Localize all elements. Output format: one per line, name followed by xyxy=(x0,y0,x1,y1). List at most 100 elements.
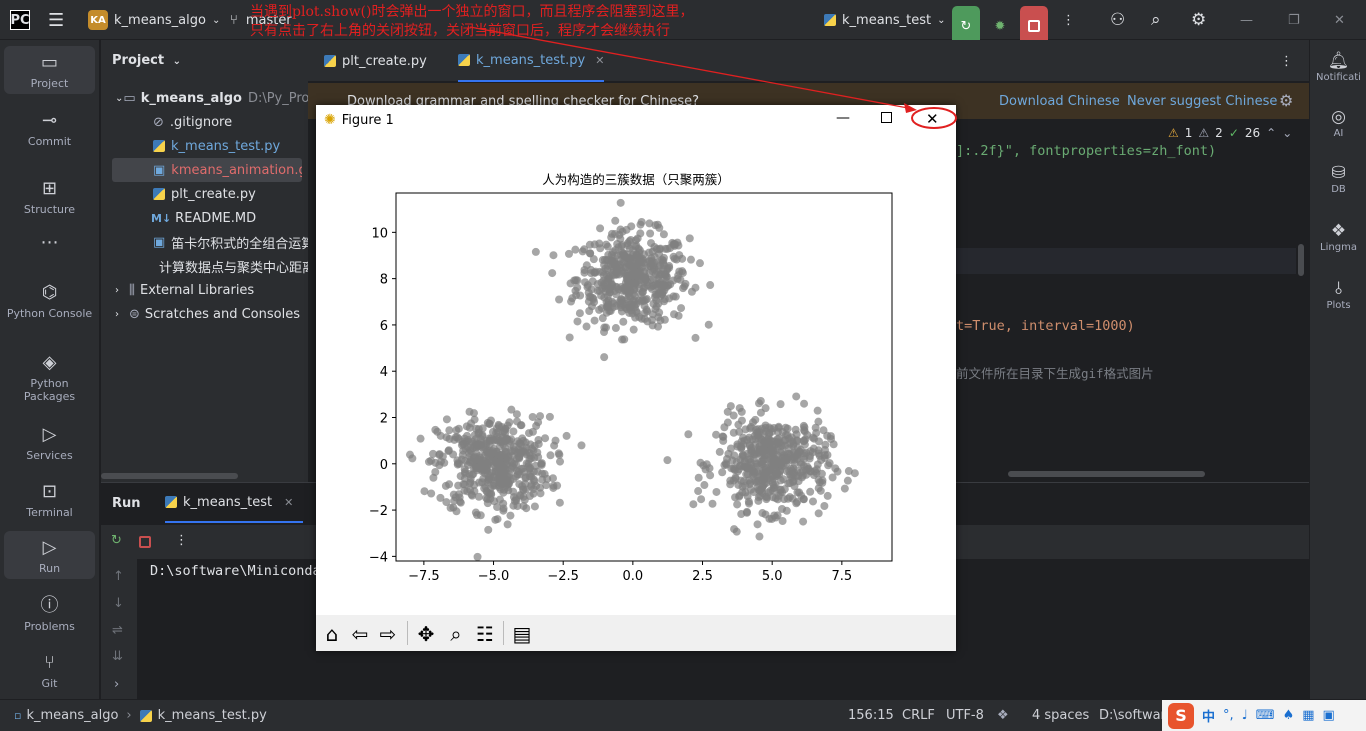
inspection-widget[interactable]: ⚠ 1 ⚠ 2 ✓ 26 ⌃ ⌄ xyxy=(1168,126,1292,140)
zoom-icon[interactable]: ⌕ xyxy=(443,621,469,647)
scatter-point-cluster-1 xyxy=(515,480,524,489)
tool-notifications[interactable]: 🔔︎ Notificati xyxy=(1310,50,1366,83)
scatter-point-cluster-2 xyxy=(814,484,823,493)
horizontal-scrollbar[interactable] xyxy=(1008,471,1205,477)
caret-position[interactable]: 156:15 xyxy=(848,700,894,731)
ai-icon: ◎ xyxy=(1331,107,1346,127)
tool-structure[interactable]: ⊞ Structure xyxy=(4,178,95,216)
soft-wrap-icon[interactable]: ⇌ xyxy=(112,623,123,638)
scatter-point-cluster-2 xyxy=(684,430,693,439)
never-suggest-link[interactable]: Never suggest Chinese xyxy=(1127,94,1277,109)
forward-arrow-icon[interactable]: ⇨ xyxy=(375,621,401,647)
tool-terminal[interactable]: ⊡ Terminal xyxy=(4,481,95,519)
tool-ai[interactable]: ◎ AI xyxy=(1310,106,1366,139)
tab-k-means-test[interactable]: k_means_test.py ✕ xyxy=(458,40,605,82)
search-icon[interactable]: ⌕ xyxy=(1151,0,1161,40)
tab-plt-create[interactable]: plt_create.py xyxy=(324,40,427,82)
indent-setting[interactable]: 4 spaces xyxy=(1032,700,1089,731)
run-config-name: k_means_test xyxy=(842,12,932,28)
python-file-icon xyxy=(153,188,165,200)
main-menu-icon[interactable]: ☰ xyxy=(48,0,64,40)
add-user-icon[interactable]: ⚇ xyxy=(1110,0,1125,40)
scatter-point-cluster-1 xyxy=(426,456,435,465)
tree-file-gitignore[interactable]: ⊘ .gitignore xyxy=(101,110,308,134)
tool-run[interactable]: ▷ Run xyxy=(4,531,95,579)
close-window-button[interactable]: ✕ xyxy=(1334,0,1345,40)
figure-window: ✺ Figure 1 — ✕ 人为构造的三簇数据（只聚两簇） −7.5 −5.0−… xyxy=(316,105,956,651)
figure-minimize-button[interactable]: — xyxy=(836,110,850,126)
tool-plots[interactable]: ⫰ Plots xyxy=(1310,278,1366,311)
more-icon[interactable]: ⋮ xyxy=(1280,40,1293,82)
more-icon[interactable]: ⋮ xyxy=(175,533,188,548)
tree-external-libraries[interactable]: › ⫼ External Libraries xyxy=(101,278,308,302)
figure-close-button[interactable]: ✕ xyxy=(926,110,939,128)
breadcrumb[interactable]: ▫ k_means_algo › k_means_test.py xyxy=(14,700,267,731)
tab-run-k-means-test[interactable]: k_means_test ✕ xyxy=(165,483,304,523)
rerun-icon[interactable]: ↻ xyxy=(111,533,122,548)
stop-icon[interactable] xyxy=(139,536,151,548)
tool-more[interactable]: ⋯ xyxy=(4,232,95,257)
project-selector[interactable]: KA k_means_algo ⌄ xyxy=(88,0,220,40)
restore-button[interactable]: ❐ xyxy=(1288,0,1300,40)
scroll-up-icon[interactable]: ↑ xyxy=(113,569,124,584)
skin-icon: ♠ xyxy=(1282,708,1295,723)
scroll-to-end-icon[interactable]: ⇊ xyxy=(112,649,123,664)
tree-file-cartesian[interactable]: ▣ 笛卡尔积式的全组合运算.p xyxy=(101,230,308,254)
project-panel-title[interactable]: Project ⌄ xyxy=(112,53,181,68)
tool-database[interactable]: ⛁ DB xyxy=(1310,162,1366,195)
scatter-point-cluster-1 xyxy=(478,456,487,465)
horizontal-scrollbar[interactable] xyxy=(101,473,238,479)
y-tick-label: 8 xyxy=(380,273,388,288)
tool-lingma[interactable]: ❖ Lingma xyxy=(1310,220,1366,253)
close-tab-icon[interactable]: ✕ xyxy=(284,496,293,509)
scatter-point-cluster-2 xyxy=(796,468,805,477)
tool-problems[interactable]: ⓘ Problems xyxy=(4,595,95,633)
ime-toolbar[interactable]: S 中 °, ♩ ⌨ ♠ ▦ ▣ xyxy=(1162,700,1366,731)
minimize-button[interactable]: — xyxy=(1240,0,1253,40)
vertical-scrollbar[interactable] xyxy=(1298,244,1304,276)
chevron-right-icon[interactable]: › xyxy=(114,677,119,692)
tree-scratches[interactable]: › ⊜ Scratches and Consoles xyxy=(101,302,308,326)
settings-gear-icon[interactable]: ⚙ xyxy=(1279,91,1293,110)
scatter-point-cluster-1 xyxy=(555,498,564,507)
scatter-point-cluster-0 xyxy=(649,275,658,284)
scatter-point-cluster-2 xyxy=(702,460,711,469)
scatter-point-cluster-1 xyxy=(545,412,554,421)
scatter-point-cluster-1 xyxy=(509,427,518,436)
file-encoding[interactable]: UTF-8 xyxy=(946,700,984,731)
home-icon[interactable]: ⌂ xyxy=(319,621,345,647)
scatter-point-cluster-1 xyxy=(536,489,545,498)
tool-git[interactable]: ⑂ Git xyxy=(4,652,95,690)
tree-root[interactable]: ⌄ ▭ k_means_algo D:\Py_Projec xyxy=(101,86,308,110)
tool-commit[interactable]: ⊸ Commit xyxy=(4,110,95,148)
run-config-selector[interactable]: k_means_test ⌄ xyxy=(824,0,946,40)
line-separator[interactable]: CRLF xyxy=(902,700,935,731)
figure-maximize-button[interactable] xyxy=(881,112,892,123)
tool-project[interactable]: ▭ Project xyxy=(4,46,95,94)
lingma-status-icon[interactable]: ❖ xyxy=(997,700,1009,731)
scatter-point-cluster-0 xyxy=(632,241,641,250)
scatter-point-cluster-1 xyxy=(530,502,539,511)
tree-file-readme[interactable]: M↓ README.MD xyxy=(101,206,308,230)
scroll-down-icon[interactable]: ↓ xyxy=(113,596,124,611)
download-chinese-link[interactable]: Download Chinese xyxy=(999,94,1120,109)
tool-services[interactable]: ▷ Services xyxy=(4,424,95,462)
tree-file-k-means-test[interactable]: k_means_test.py xyxy=(101,134,308,158)
more-icon[interactable]: ⋮ xyxy=(1062,0,1075,40)
tool-python-console[interactable]: ⌬ Python Console xyxy=(4,282,95,320)
pan-icon[interactable]: ✥ xyxy=(413,621,439,647)
scatter-point-cluster-1 xyxy=(519,501,528,510)
tree-file-kmeans-animation[interactable]: ▣ kmeans_animation.gif xyxy=(112,158,302,182)
scatter-point-cluster-2 xyxy=(797,460,806,469)
tree-file-plt-create[interactable]: plt_create.py xyxy=(101,182,308,206)
save-icon[interactable]: ▤ xyxy=(509,621,535,647)
plot-frame xyxy=(395,192,893,562)
back-arrow-icon[interactable]: ⇦ xyxy=(347,621,373,647)
configure-subplots-icon[interactable]: ☷ xyxy=(472,621,498,647)
tool-python-packages[interactable]: ◈ Python Packages xyxy=(4,352,95,403)
tree-file-distance[interactable]: 计算数据点与聚类中心距离 xyxy=(101,254,308,278)
scatter-point-cluster-1 xyxy=(471,463,480,472)
close-tab-icon[interactable]: ✕ xyxy=(595,54,604,67)
scatter-point-cluster-1 xyxy=(458,450,467,459)
settings-gear-icon[interactable]: ⚙ xyxy=(1191,0,1206,40)
